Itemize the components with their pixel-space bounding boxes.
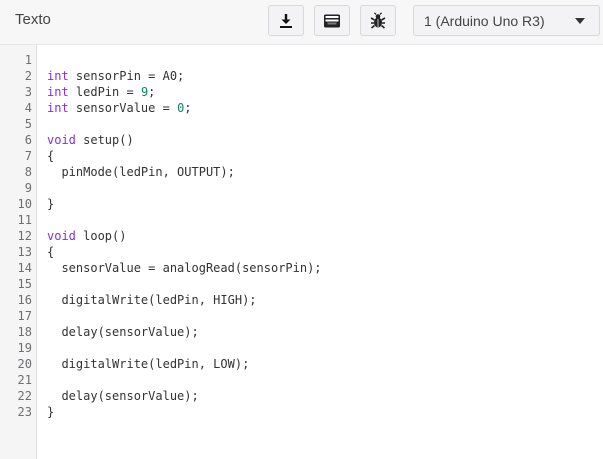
code-line[interactable]: pinMode(ledPin, OUTPUT); — [47, 164, 599, 180]
line-number: 16 — [17, 293, 32, 307]
line-number: 12 — [17, 229, 32, 243]
code-line[interactable]: delay(sensorValue); — [47, 324, 599, 340]
code-area[interactable]: int sensorPin = A0; int ledPin = 9; int se… — [47, 52, 599, 420]
code-token-plain: { — [47, 245, 55, 259]
code-token-keyword: void — [47, 133, 76, 147]
line-number: 17 — [17, 309, 32, 323]
board-select-value: 1 (Arduino Uno R3) — [424, 13, 545, 29]
code-line[interactable]: delay(sensorValue); — [47, 388, 599, 404]
download-button[interactable] — [268, 5, 304, 36]
code-token-keyword: void — [47, 229, 76, 243]
editor-mode-label[interactable]: Texto — [15, 11, 51, 28]
code-token-plain: sensorValue = analogRead(sensorPin); — [47, 261, 322, 275]
code-line[interactable]: int sensorValue = 0; — [47, 100, 599, 116]
code-line[interactable]: } — [47, 404, 599, 420]
code-line[interactable]: int sensorPin = A0; — [47, 68, 599, 84]
debug-button[interactable] — [360, 5, 396, 36]
code-token-plain: delay(sensorValue); — [47, 325, 199, 339]
line-number: 18 — [17, 325, 32, 339]
line-number: 21 — [17, 373, 32, 387]
line-number-gutter: 1 2 3 4 5 6 7 8 9 10 11 12 13 14 15 16 17 18 19 20 21 22 23 — [0, 45, 37, 459]
code-token-plain: delay(sensorValue); — [47, 389, 199, 403]
code-token-plain: loop() — [75, 229, 127, 243]
line-number: 1 — [24, 53, 32, 67]
code-token-plain: digitalWrite(ledPin, LOW); — [47, 357, 250, 371]
line-number: 13 — [17, 245, 32, 259]
code-editor[interactable]: 1 2 3 4 5 6 7 8 9 10 11 12 13 14 15 16 17 18 19 20 21 22 23 in… — [0, 45, 603, 459]
line-number: 9 — [24, 181, 32, 195]
line-number: 14 — [17, 261, 32, 275]
code-token-keyword: int — [47, 101, 69, 115]
bug-icon — [368, 11, 388, 31]
code-line[interactable]: void loop() — [47, 228, 599, 244]
code-token-keyword: int — [47, 69, 69, 83]
code-line[interactable]: { — [47, 244, 599, 260]
board-select[interactable]: 1 (Arduino Uno R3) — [413, 5, 600, 36]
code-token-plain: digitalWrite(ledPin, HIGH); — [47, 293, 257, 307]
serial-monitor-icon — [322, 12, 342, 30]
toolbar: Texto 1 (Arduino Uno R3) — [0, 0, 603, 45]
code-line[interactable]: sensorValue = analogRead(sensorPin); — [47, 260, 599, 276]
line-number: 11 — [17, 213, 32, 227]
code-line[interactable] — [47, 308, 599, 324]
line-number: 8 — [24, 165, 32, 179]
caret-down-icon — [575, 18, 585, 24]
code-line[interactable]: int ledPin = 9; — [47, 84, 599, 100]
line-number: 4 — [24, 101, 32, 115]
line-number: 22 — [17, 389, 32, 403]
code-token-plain: { — [47, 149, 55, 163]
code-token-plain: sensorValue = — [68, 101, 178, 115]
code-line[interactable] — [47, 116, 599, 132]
line-number: 23 — [17, 405, 32, 419]
code-token-plain: ; — [184, 101, 192, 115]
line-number: 15 — [17, 277, 32, 291]
code-line[interactable] — [47, 372, 599, 388]
line-number: 10 — [17, 197, 32, 211]
line-number: 7 — [24, 149, 32, 163]
code-line[interactable] — [47, 212, 599, 228]
code-token-plain: pinMode(ledPin, OUTPUT); — [47, 165, 235, 179]
code-line[interactable] — [47, 276, 599, 292]
code-line[interactable] — [47, 52, 599, 68]
code-line[interactable]: { — [47, 148, 599, 164]
serial-monitor-button[interactable] — [314, 5, 350, 36]
code-line[interactable] — [47, 180, 599, 196]
code-line[interactable] — [47, 340, 599, 356]
line-number: 19 — [17, 341, 32, 355]
line-number: 3 — [24, 85, 32, 99]
code-token-plain: ; — [148, 85, 156, 99]
code-token-plain: } — [47, 405, 55, 419]
code-token-plain: setup() — [75, 133, 134, 147]
code-token-plain: } — [47, 197, 55, 211]
line-number: 5 — [24, 117, 32, 131]
code-token-keyword: int — [47, 85, 69, 99]
line-number: 20 — [17, 357, 32, 371]
line-number: 2 — [24, 69, 32, 83]
code-line[interactable]: digitalWrite(ledPin, HIGH); — [47, 292, 599, 308]
code-token-plain: sensorPin = A0; — [68, 69, 185, 83]
code-line[interactable]: digitalWrite(ledPin, LOW); — [47, 356, 599, 372]
line-number: 6 — [24, 133, 32, 147]
code-line[interactable]: } — [47, 196, 599, 212]
code-line[interactable]: void setup() — [47, 132, 599, 148]
code-token-plain: ledPin = — [68, 85, 141, 99]
download-icon — [277, 12, 295, 30]
